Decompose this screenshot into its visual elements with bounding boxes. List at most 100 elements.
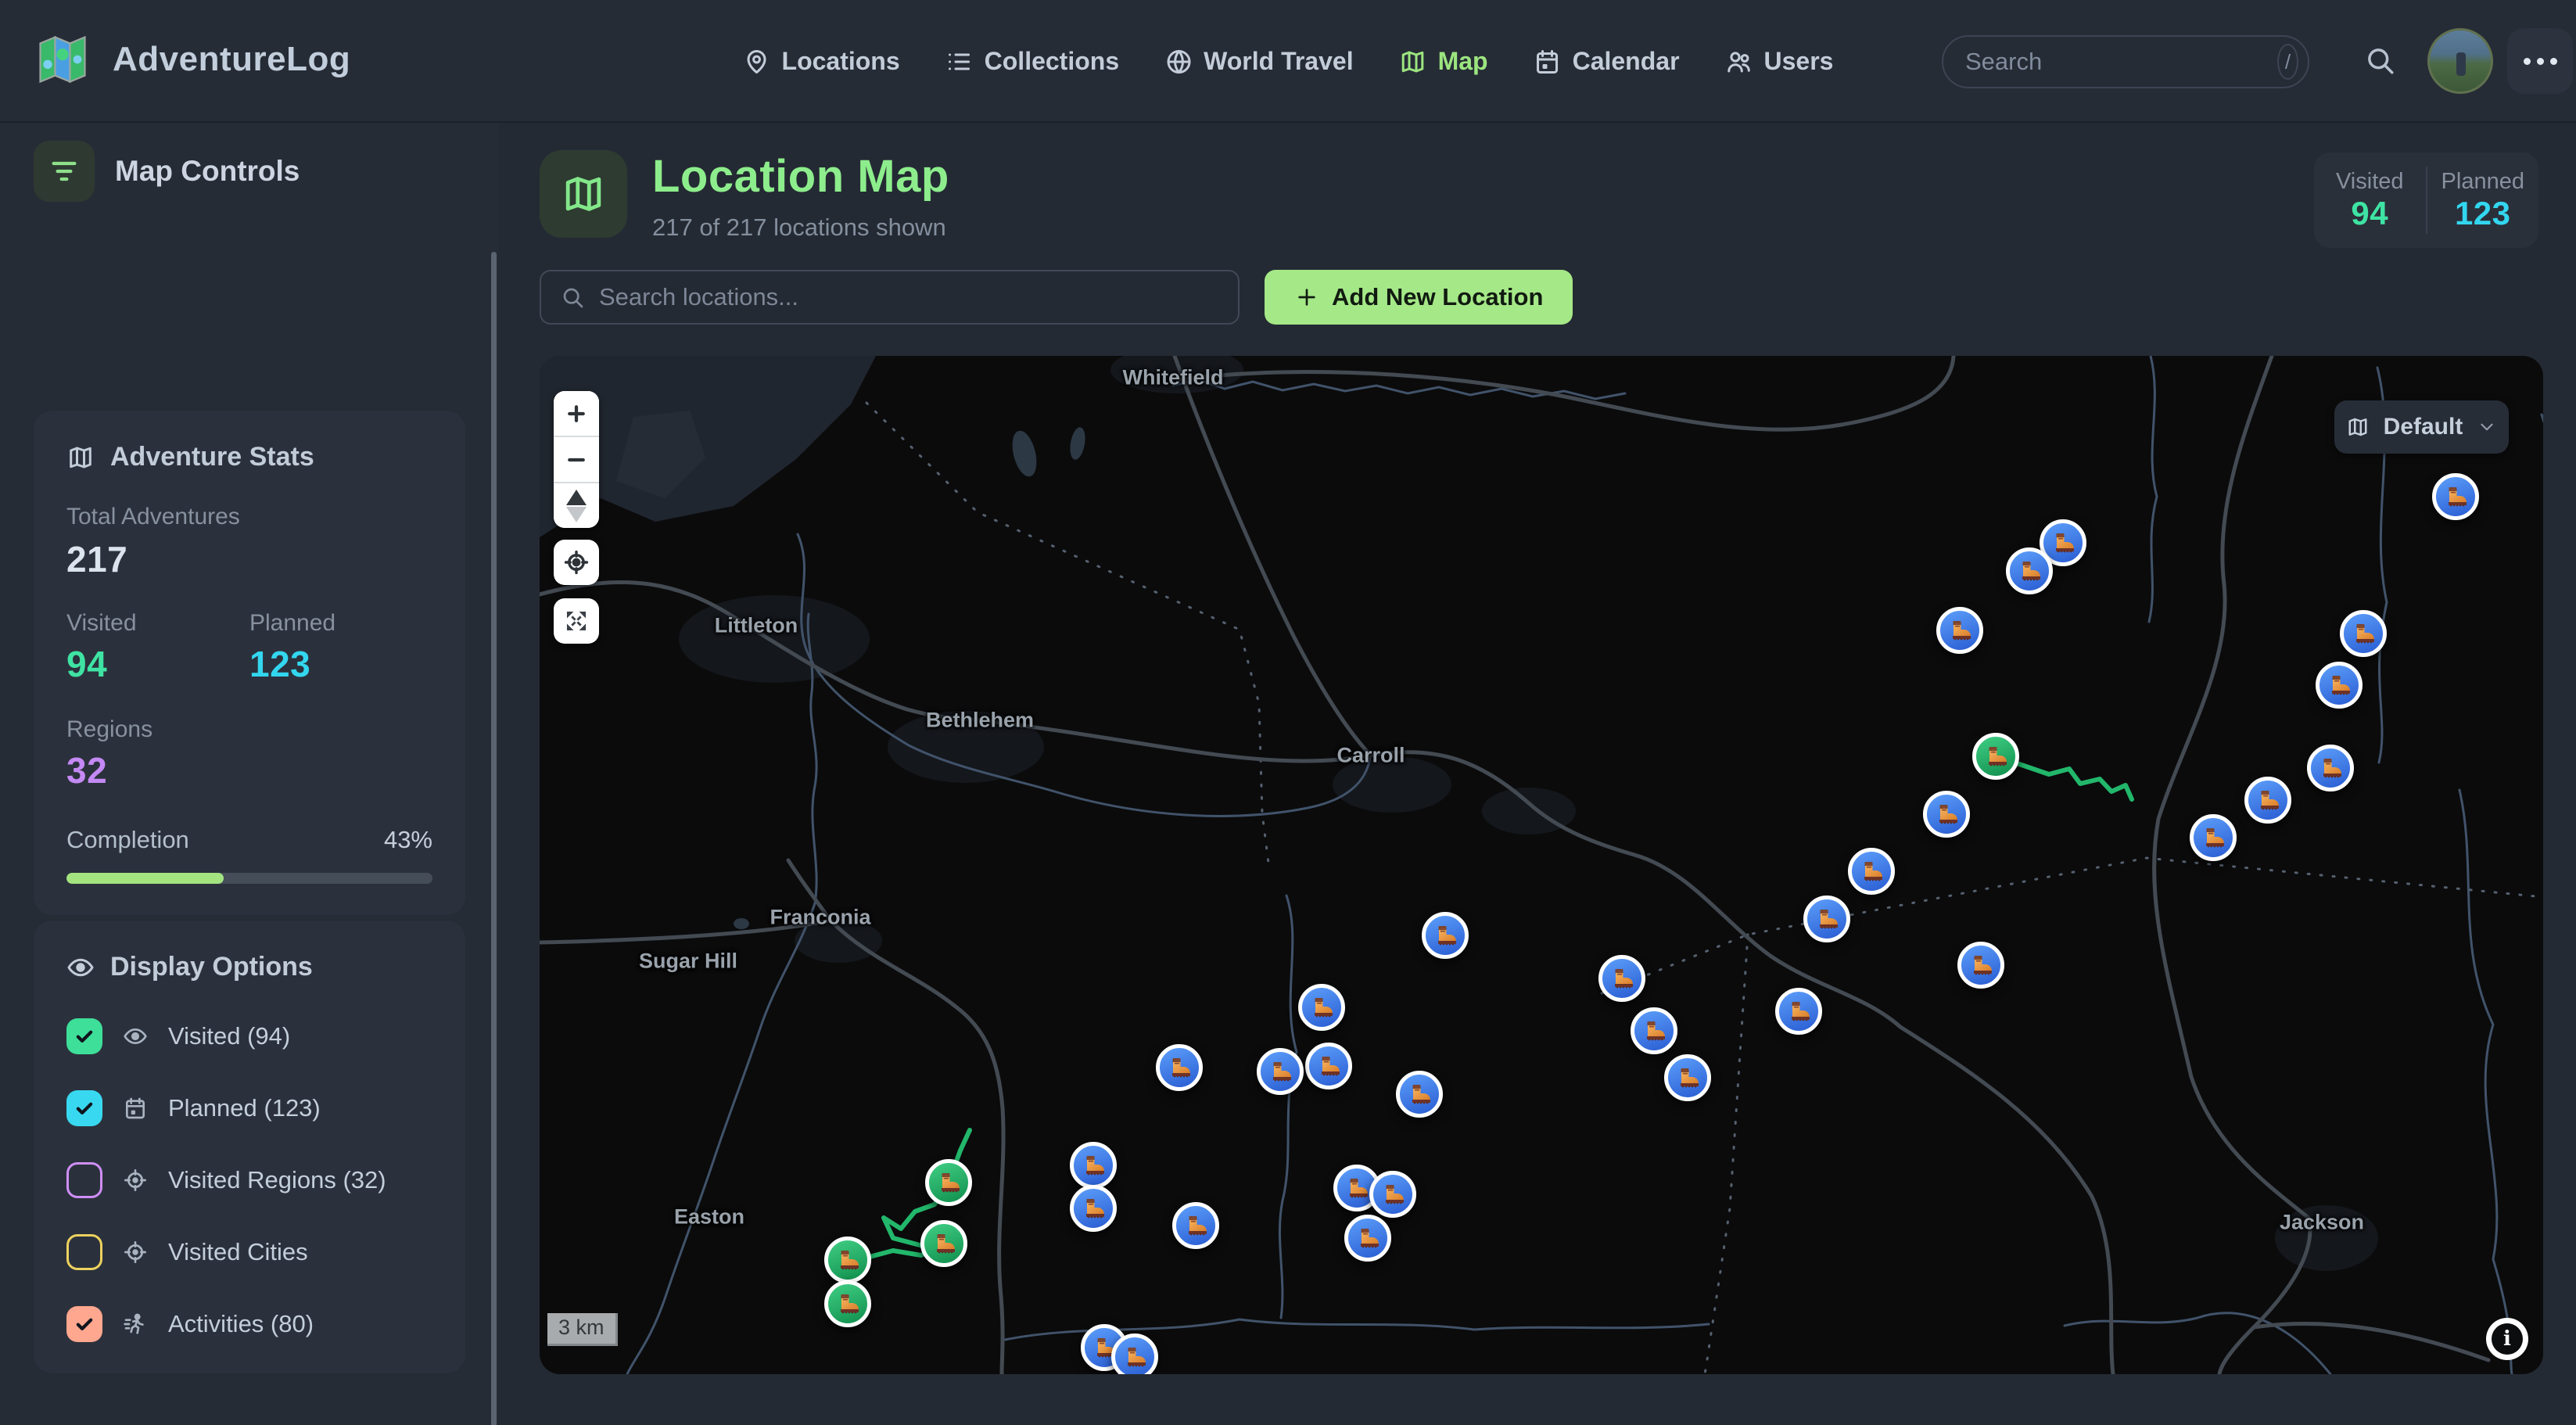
hiking-boot-icon [1268,1059,1293,1084]
nav-item-users[interactable]: Users [1725,47,1834,76]
location-marker[interactable] [1422,912,1469,959]
hiking-boot-icon [936,1170,961,1195]
display-option-visited-regions-32[interactable]: Visited Regions (32) [66,1162,432,1198]
nav-item-locations[interactable]: Locations [743,47,900,76]
visited-planned-badges: Visited 94 Planned 123 [2314,153,2538,248]
location-marker[interactable] [2307,745,2354,791]
global-search-input[interactable] [1965,48,2277,76]
fullscreen-button[interactable] [554,598,599,644]
display-option-label: Visited Regions (32) [168,1166,386,1194]
search-icon [560,285,585,310]
location-marker[interactable] [1156,1044,1203,1091]
nav-item-collections[interactable]: Collections [945,47,1119,76]
location-marker[interactable] [1111,1333,1158,1374]
checkbox[interactable] [66,1234,102,1270]
location-marker[interactable] [1936,607,1983,654]
location-marker[interactable] [1369,1171,1416,1218]
zoom-in-button[interactable] [554,391,599,436]
brand[interactable]: AdventureLog [33,30,350,89]
hiking-boot-icon [2050,530,2076,555]
location-marker[interactable] [1775,988,1822,1035]
activity-marker[interactable] [824,1280,871,1327]
map-icon [1399,48,1427,76]
activity-marker[interactable] [920,1220,967,1267]
adventure-stats-title: Adventure Stats [110,442,314,472]
search-icon[interactable] [2363,44,2396,81]
location-marker[interactable] [1957,942,2004,989]
location-marker[interactable] [1344,1215,1391,1262]
layer-map-icon [2346,415,2370,439]
display-options-list: Visited (94) Planned (123) Visited Regions… [66,1018,432,1342]
hiking-boot-icon [1859,859,1884,884]
checkbox[interactable] [66,1306,102,1342]
sidebar-scrollbar[interactable] [491,252,497,1425]
crosshair-icon [123,1240,148,1265]
location-search[interactable] [540,270,1240,325]
checkbox[interactable] [66,1162,102,1198]
checkbox[interactable] [66,1018,102,1054]
location-marker[interactable] [2006,547,2053,594]
zoom-out-button[interactable] [554,437,599,482]
location-marker[interactable] [1257,1048,1304,1095]
location-marker[interactable] [1298,984,1345,1031]
location-marker[interactable] [1070,1185,1117,1232]
location-marker[interactable] [2190,814,2237,861]
location-marker[interactable] [1305,1043,1352,1089]
layer-selector[interactable]: Default [2334,400,2509,454]
location-marker[interactable] [1848,848,1895,895]
activity-marker[interactable] [1972,733,2019,780]
hiking-boot-icon [1947,618,1972,643]
activity-marker[interactable] [925,1159,972,1206]
location-search-input[interactable] [599,283,1219,311]
pitch-down-icon [566,507,587,522]
map-zoom-controls [554,391,599,528]
eye-icon [123,1024,148,1049]
location-marker[interactable] [1598,955,1645,1002]
hiking-boot-icon [1433,923,1458,948]
attribution-info-button[interactable]: i [2486,1318,2528,1360]
users-icon [1725,48,1753,76]
completion-label: Completion [66,826,189,854]
display-option-label: Activities (80) [168,1310,314,1338]
pitch-toggle-button[interactable] [554,483,599,528]
search-shortcut-badge: / [2277,44,2298,80]
avatar[interactable] [2427,28,2493,94]
overflow-menu-button[interactable] [2507,28,2573,94]
geolocate-button[interactable] [554,540,599,585]
adventure-stats-card: Adventure Stats Total Adventures 217 Vis… [34,411,465,915]
globe-icon [1164,48,1193,76]
display-option-visited-cities[interactable]: Visited Cities [66,1234,432,1270]
location-marker[interactable] [2340,610,2387,657]
location-marker[interactable] [2244,777,2291,824]
add-new-location-button[interactable]: Add New Location [1265,270,1573,325]
nav-item-map[interactable]: Map [1399,47,1488,76]
nav-item-calendar[interactable]: Calendar [1534,47,1680,76]
badge-planned-value: 123 [2427,195,2539,232]
location-marker[interactable] [2316,662,2363,709]
display-option-visited-94[interactable]: Visited (94) [66,1018,432,1054]
total-adventures-label: Total Adventures [66,504,432,530]
hiking-boot-icon [1675,1065,1700,1090]
location-marker[interactable] [1172,1202,1219,1249]
display-option-planned-123[interactable]: Planned (123) [66,1090,432,1126]
layer-selected: Default [2384,414,2463,440]
global-search[interactable]: / [1942,35,2309,88]
activity-marker[interactable] [824,1237,871,1283]
map-canvas[interactable]: WhitefieldLittletonBethlehemCarrollFranc… [540,356,2543,1374]
location-marker[interactable] [1803,896,1850,942]
nav-item-world-travel[interactable]: World Travel [1164,47,1353,76]
checkbox[interactable] [66,1090,102,1126]
location-marker[interactable] [1923,791,1970,838]
display-option-activities-80[interactable]: Activities (80) [66,1306,432,1342]
location-marker[interactable] [1070,1142,1117,1189]
location-marker[interactable] [1664,1054,1711,1101]
map-label-whitefield: Whitefield [1123,366,1224,390]
location-marker[interactable] [1631,1007,1677,1054]
regions-value: 32 [66,749,249,791]
map-label-jackson: Jackson [2280,1211,2364,1235]
hiking-boot-icon [2318,756,2343,781]
location-marker[interactable] [1396,1071,1443,1118]
hiking-boot-icon [835,1291,860,1316]
adventurelog-logo-icon [33,30,92,89]
location-marker[interactable] [2432,473,2479,520]
